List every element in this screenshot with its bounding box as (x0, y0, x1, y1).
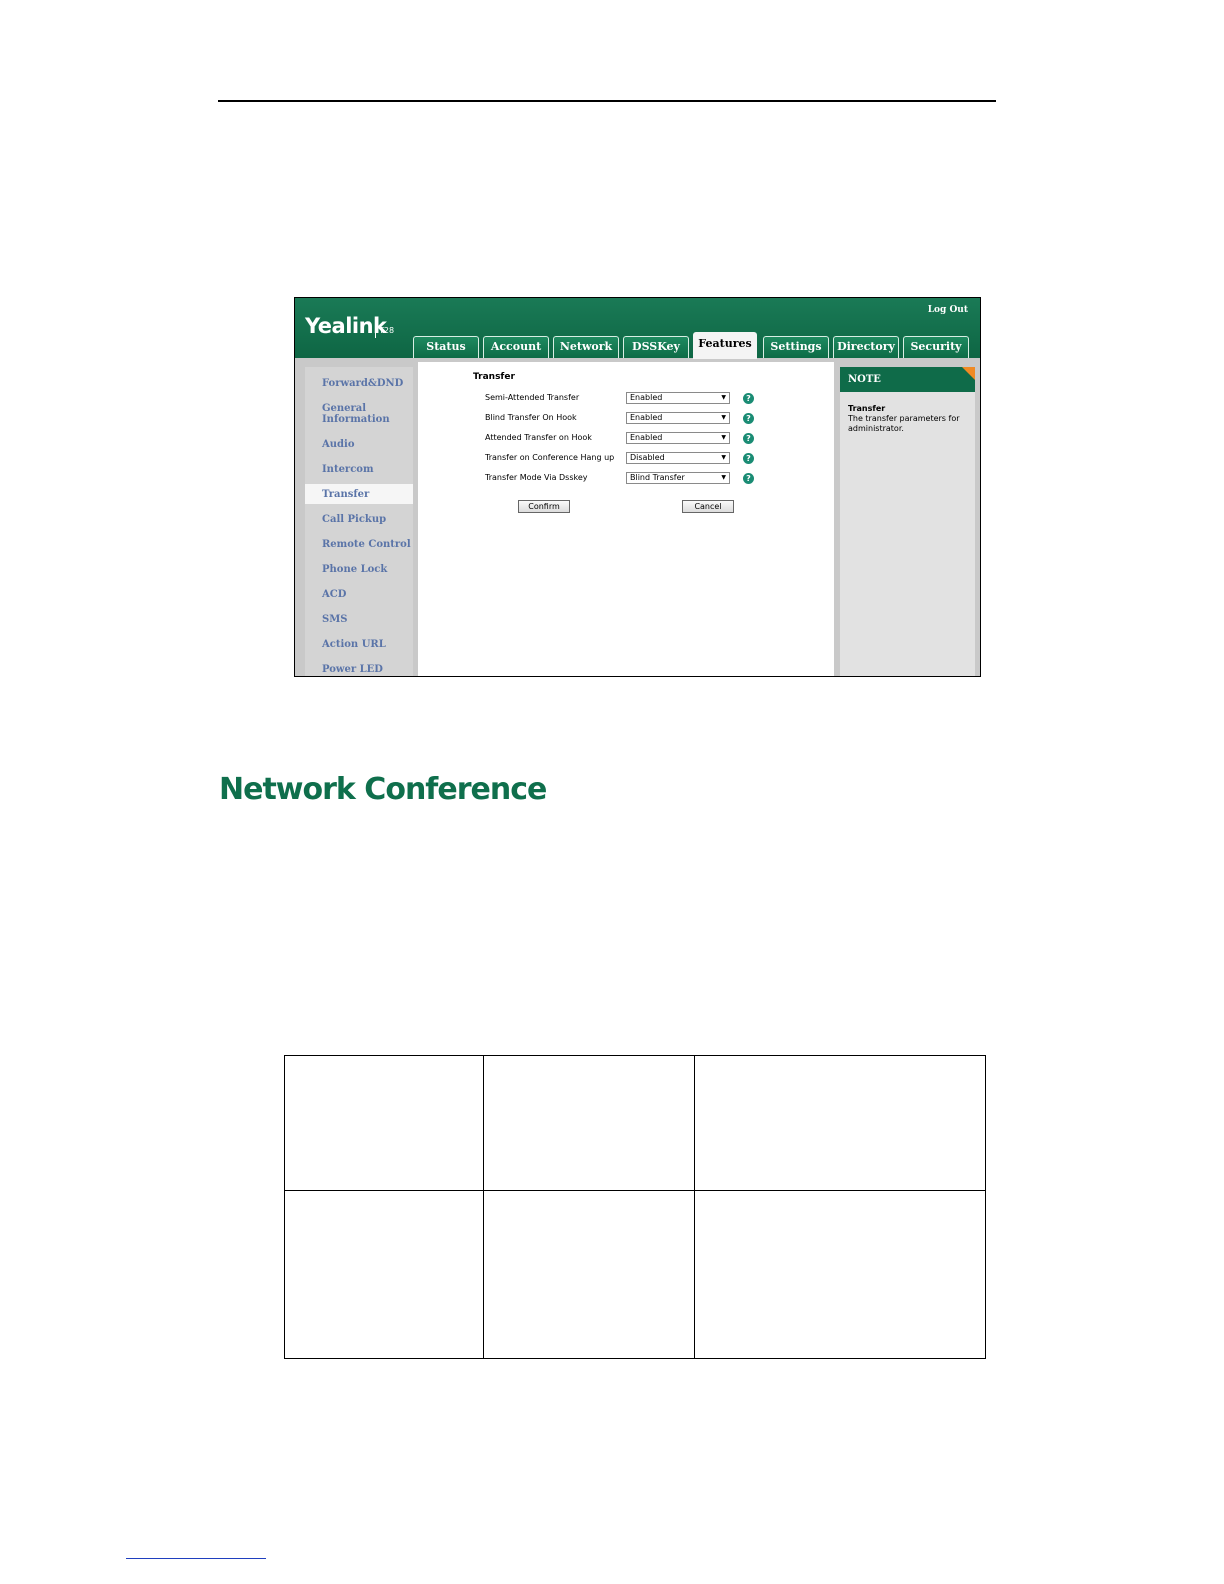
select-attended-transfer[interactable]: Enabled ▼ (626, 432, 730, 444)
chevron-down-icon: ▼ (721, 394, 726, 401)
model-label: T28 (379, 326, 395, 335)
select-semi-attended[interactable]: Enabled ▼ (626, 392, 730, 404)
footer-rule (126, 1558, 266, 1559)
top-banner: Yealink T28 Log Out Status Account Netwo… (295, 298, 980, 359)
chevron-down-icon: ▼ (721, 414, 726, 421)
sidebar-item-intercom[interactable]: Intercom (322, 464, 374, 475)
sidebar-item-power-led[interactable]: Power LED (322, 664, 383, 675)
logo-separator (375, 322, 376, 338)
row-label-transfer-mode: Transfer Mode Via Dsskey (485, 473, 588, 482)
help-icon[interactable]: ? (743, 393, 754, 404)
sidebar-item-transfer[interactable]: Transfer (322, 489, 369, 500)
tab-directory[interactable]: Directory (833, 336, 899, 358)
confirm-button[interactable]: Confirm (518, 500, 570, 513)
web-ui-screenshot: Yealink T28 Log Out Status Account Netwo… (294, 297, 981, 677)
sidebar-item-remote-control[interactable]: Remote Control (322, 539, 411, 550)
tab-features[interactable]: Features (693, 332, 757, 359)
header-rule (218, 100, 996, 102)
table-cell (284, 1190, 484, 1359)
sidebar-item-general-information[interactable]: General Information (322, 403, 392, 425)
tab-settings[interactable]: Settings (763, 336, 829, 358)
note-corner-decoration (962, 367, 975, 380)
select-value: Enabled (630, 393, 663, 402)
row-label-attended-transfer: Attended Transfer on Hook (485, 433, 592, 442)
tab-dsskey[interactable]: DSSKey (623, 336, 689, 358)
chevron-down-icon: ▼ (721, 454, 726, 461)
help-icon[interactable]: ? (743, 433, 754, 444)
table-cell (694, 1190, 986, 1359)
select-value: Enabled (630, 413, 663, 422)
row-label-semi-attended: Semi-Attended Transfer (485, 393, 580, 402)
row-label-conference-hangup: Transfer on Conference Hang up (485, 453, 615, 462)
note-heading: NOTE (840, 367, 975, 392)
cancel-button[interactable]: Cancel (682, 500, 734, 513)
select-conference-hangup[interactable]: Disabled ▼ (626, 452, 730, 464)
tab-status[interactable]: Status (413, 336, 479, 358)
table-cell (284, 1055, 484, 1191)
sidebar-item-action-url[interactable]: Action URL (322, 639, 386, 650)
table-row (284, 1190, 986, 1359)
parameter-table (284, 1055, 986, 1359)
select-value: Blind Transfer (630, 473, 685, 482)
sidebar-item-sms[interactable]: SMS (322, 614, 348, 625)
note-text: The transfer parameters for administrato… (848, 414, 960, 433)
section-heading: Network Conference (219, 772, 547, 807)
logout-link[interactable]: Log Out (928, 305, 968, 315)
tab-network[interactable]: Network (553, 336, 619, 358)
sidebar: Forward&DND General Information Audio In… (305, 367, 413, 676)
table-row (284, 1055, 986, 1191)
content-panel: Transfer Semi-Attended Transfer Enabled ▼… (418, 362, 834, 676)
table-cell (483, 1055, 695, 1191)
section-title: Transfer (473, 372, 515, 382)
note-title: Transfer (848, 404, 886, 413)
chevron-down-icon: ▼ (721, 434, 726, 441)
select-transfer-mode[interactable]: Blind Transfer ▼ (626, 472, 730, 484)
select-blind-transfer[interactable]: Enabled ▼ (626, 412, 730, 424)
sidebar-item-audio[interactable]: Audio (322, 439, 355, 450)
table-cell (483, 1190, 695, 1359)
chevron-down-icon: ▼ (721, 474, 726, 481)
sidebar-item-acd[interactable]: ACD (322, 589, 346, 600)
tab-security[interactable]: Security (903, 336, 969, 358)
tab-account[interactable]: Account (483, 336, 549, 358)
table-cell (694, 1055, 986, 1191)
help-icon[interactable]: ? (743, 473, 754, 484)
sidebar-item-call-pickup[interactable]: Call Pickup (322, 514, 386, 525)
note-panel: NOTE Transfer The transfer parameters fo… (840, 367, 975, 676)
select-value: Enabled (630, 433, 663, 442)
sidebar-item-forward-dnd[interactable]: Forward&DND (322, 378, 403, 389)
help-icon[interactable]: ? (743, 453, 754, 464)
row-label-blind-transfer: Blind Transfer On Hook (485, 413, 577, 422)
select-value: Disabled (630, 453, 665, 462)
help-icon[interactable]: ? (743, 413, 754, 424)
sidebar-item-phone-lock[interactable]: Phone Lock (322, 564, 387, 575)
